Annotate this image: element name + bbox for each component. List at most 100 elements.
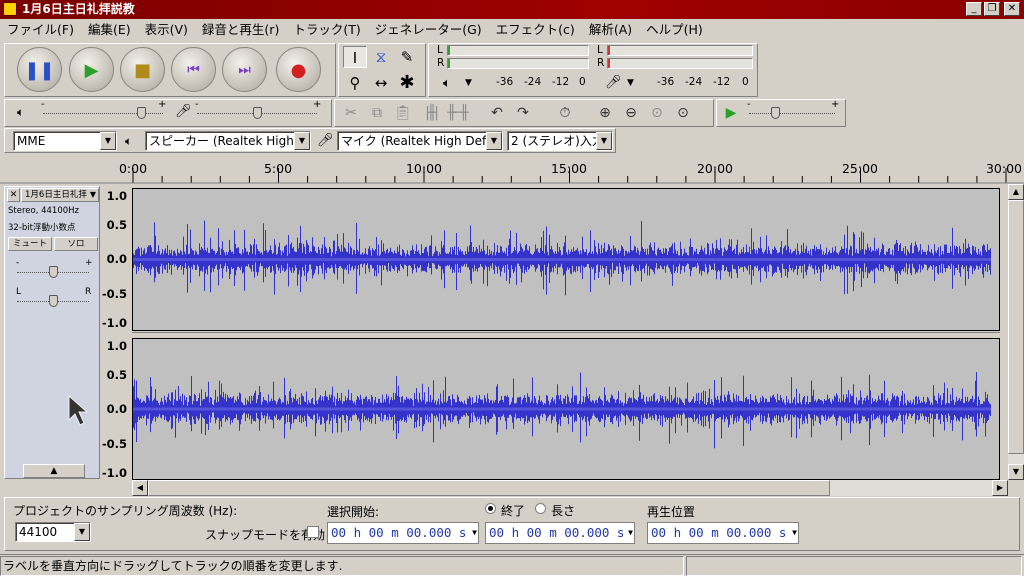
horizontal-scrollbar[interactable]: ◀ ▶: [132, 480, 1008, 496]
record-button[interactable]: ●: [276, 47, 321, 92]
gain-thumb[interactable]: [49, 266, 58, 278]
collapse-track-button[interactable]: ▲: [23, 464, 85, 478]
snap-checkbox[interactable]: [307, 526, 319, 538]
play-position-time[interactable]: 00 h 00 m 00.000 s ▼: [647, 522, 799, 544]
redo-icon[interactable]: ↷: [511, 102, 535, 124]
input-channels-select[interactable]: 2 (ステレオ)入力ﾁ ▼: [507, 131, 613, 151]
waveform-left-channel[interactable]: [132, 188, 1000, 331]
close-button[interactable]: ✕: [1004, 2, 1020, 16]
play-meter-menu-icon[interactable]: ▼: [465, 78, 472, 88]
menu-view[interactable]: 表示(V): [138, 19, 195, 39]
restore-button[interactable]: ❐: [984, 2, 1000, 16]
speaker-icon: 🔈︎: [443, 76, 451, 91]
track-name-menu[interactable]: 1月6日主日礼拝 ▼: [21, 188, 99, 202]
meter-toolbar: L R 🔈︎ ▼ -36 -24 -12 0 L R 🎤︎ ▼ -36 -24 …: [428, 43, 758, 97]
stop-button[interactable]: ■: [120, 47, 165, 92]
silence-icon[interactable]: ╫─╫: [445, 102, 469, 124]
play-speed-thumb[interactable]: [770, 107, 780, 119]
vruler-top: 1.0 0.5 0.0 -0.5 -1.0: [101, 186, 131, 332]
copy-icon[interactable]: ⧉: [365, 102, 389, 124]
scroll-right-icon[interactable]: ▶: [992, 480, 1008, 496]
vruler-bottom-m05: -0.5: [101, 437, 127, 451]
input-device-value: マイク (Realtek High Definiti: [341, 134, 503, 148]
cut-icon[interactable]: ✂: [339, 102, 363, 124]
skip-end-icon: ⏭: [238, 62, 251, 78]
input-volume-thumb[interactable]: [253, 107, 262, 119]
input-device-dropdown-icon[interactable]: ▼: [486, 132, 502, 150]
end-format-icon[interactable]: ▼: [628, 523, 633, 543]
mute-button[interactable]: ミュート: [8, 237, 52, 251]
transport-toolbar: ❚❚ ▶ ■ ⏮ ⏭ ●: [4, 43, 336, 97]
vertical-scroll-thumb[interactable]: [1008, 200, 1024, 454]
envelope-tool-icon[interactable]: ⧖: [369, 46, 393, 68]
skip-end-button[interactable]: ⏭: [222, 47, 267, 92]
input-channels-dropdown-icon[interactable]: ▼: [596, 132, 612, 150]
play-button[interactable]: ▶: [69, 47, 114, 92]
pos-format-icon[interactable]: ▼: [792, 523, 797, 543]
menu-transport[interactable]: 録音と再生(r): [195, 19, 286, 39]
timeline-ruler[interactable]: 0:00 5:00 10:00 15:00 20:00 25:00 30:00: [0, 154, 1024, 184]
undo-icon[interactable]: ↶: [485, 102, 509, 124]
skip-start-button[interactable]: ⏮: [171, 47, 216, 92]
menu-help[interactable]: ヘルプ(H): [639, 19, 710, 39]
selection-start-value: 00 h 00 m 00.000 s: [331, 525, 467, 540]
ruler-label-10: 10:00: [405, 161, 443, 176]
title-bar[interactable]: 1月6日主日礼拝説教 _ ❐ ✕: [0, 0, 1024, 19]
rate-dropdown-icon[interactable]: ▼: [74, 523, 90, 541]
output-device-select[interactable]: スピーカー (Realtek High Def ▼: [145, 131, 311, 151]
selection-tool-icon[interactable]: I: [343, 46, 367, 68]
paste-icon[interactable]: 📋︎: [391, 102, 415, 124]
menu-analyze[interactable]: 解析(A): [582, 19, 639, 39]
input-device-select[interactable]: マイク (Realtek High Definiti ▼: [337, 131, 503, 151]
track-control-panel[interactable]: ✕ 1月6日主日礼拝 ▼ Stereo, 44100Hz 32-bit浮動小数点 …: [4, 186, 100, 479]
selection-end-time[interactable]: 00 h 00 m 00.000 s ▼: [485, 522, 635, 544]
menu-generate[interactable]: ジェネレーター(G): [368, 19, 489, 39]
scroll-down-icon[interactable]: ▼: [1008, 464, 1024, 480]
menu-file[interactable]: ファイル(F): [0, 19, 81, 39]
vruler-bottom-1: 1.0: [106, 339, 127, 353]
timeshift-tool-icon[interactable]: ↔: [369, 72, 393, 94]
track-close-icon[interactable]: ✕: [7, 188, 20, 202]
solo-button[interactable]: ソロ: [54, 237, 98, 251]
vruler-top-0: 0.0: [106, 252, 127, 266]
end-radio[interactable]: [485, 503, 496, 514]
play-speed-slider[interactable]: [749, 113, 835, 115]
rec-meter-left-label: L: [597, 44, 603, 56]
minimize-button[interactable]: _: [966, 2, 982, 16]
draw-tool-icon[interactable]: ✎: [395, 46, 419, 68]
scroll-left-icon[interactable]: ◀: [132, 480, 148, 496]
vertical-scrollbar[interactable]: ▲ ▼: [1008, 184, 1024, 480]
start-format-icon[interactable]: ▼: [472, 523, 477, 543]
multi-tool-icon[interactable]: ✱: [395, 72, 419, 94]
host-value: MME: [17, 134, 46, 148]
menu-tracks[interactable]: トラック(T): [286, 19, 367, 39]
vruler-top-m05: -0.5: [101, 287, 127, 301]
fit-project-icon[interactable]: ⊙: [671, 102, 695, 124]
zoom-tool-icon[interactable]: ⚲: [343, 72, 367, 94]
output-volume-thumb[interactable]: [137, 107, 147, 119]
length-radio[interactable]: [535, 503, 546, 514]
menu-effect[interactable]: エフェクト(c): [489, 19, 582, 39]
app-icon[interactable]: [3, 2, 17, 16]
rate-select[interactable]: 44100 ▼: [15, 522, 91, 542]
output-device-value: スピーカー (Realtek High Def: [149, 134, 311, 148]
pan-thumb[interactable]: [49, 295, 58, 307]
play-at-speed-icon[interactable]: ▶: [719, 102, 743, 124]
zoom-in-icon[interactable]: ⊕: [593, 102, 617, 124]
play-scale-0: 0: [579, 76, 586, 88]
host-select[interactable]: MME ▼: [13, 131, 117, 151]
zoom-out-icon[interactable]: ⊖: [619, 102, 643, 124]
host-dropdown-icon[interactable]: ▼: [100, 132, 116, 150]
waveform-right-channel[interactable]: [132, 338, 1000, 480]
selection-start-time[interactable]: 00 h 00 m 00.000 s ▼: [327, 522, 479, 544]
horizontal-scroll-thumb[interactable]: [148, 480, 830, 496]
menu-edit[interactable]: 編集(E): [81, 19, 138, 39]
rec-meter-menu-icon[interactable]: ▼: [627, 78, 634, 88]
output-device-dropdown-icon[interactable]: ▼: [294, 132, 310, 150]
length-label: 長さ: [551, 504, 576, 518]
fit-selection-icon[interactable]: ⊙: [645, 102, 669, 124]
trim-icon[interactable]: |╫|: [419, 102, 443, 124]
sync-lock-icon[interactable]: ⏱: [553, 102, 577, 124]
scroll-up-icon[interactable]: ▲: [1008, 184, 1024, 200]
pause-button[interactable]: ❚❚: [17, 47, 62, 92]
